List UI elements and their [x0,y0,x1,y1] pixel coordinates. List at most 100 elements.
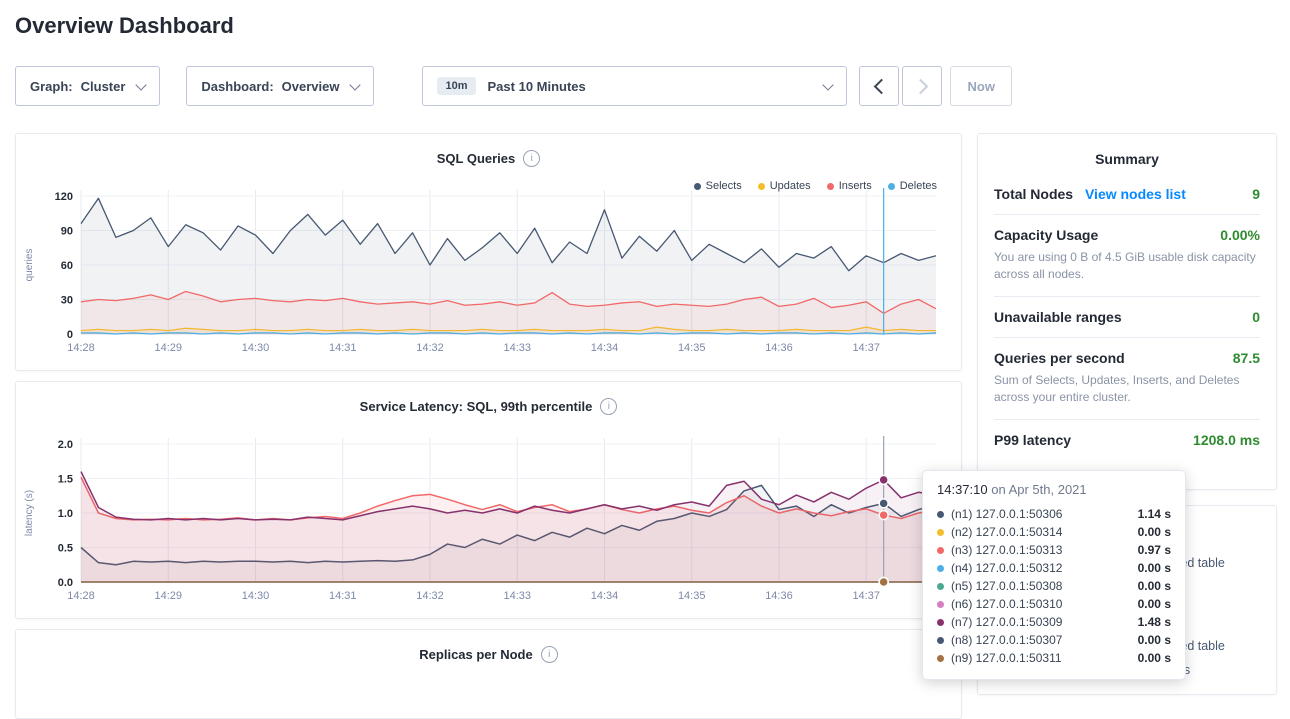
time-range-label: Past 10 Minutes [488,79,586,94]
chart-title: Service Latency: SQL, 99th percentile [360,399,593,414]
time-next-button[interactable] [902,66,942,106]
tooltip-node-label: (n5) 127.0.0.1:50308 [951,579,1062,593]
tooltip-row: (n3) 127.0.0.1:503130.97 s [937,541,1171,559]
legend-item: Deletes [888,180,937,192]
svg-text:30: 30 [61,295,73,307]
legend-item: Updates [758,180,811,192]
tooltip-node-label: (n2) 127.0.0.1:50314 [951,525,1062,539]
sql-queries-card: 14:2814:2914:3014:3114:3214:3314:3414:35… [15,133,962,371]
svg-text:0.0: 0.0 [58,577,73,589]
legend-dot-icon [694,183,701,190]
tooltip-row: (n4) 127.0.0.1:503120.00 s [937,559,1171,577]
svg-text:14:29: 14:29 [154,590,182,602]
time-prev-button[interactable] [859,66,899,106]
node-color-icon [937,511,944,518]
graph-dropdown[interactable]: Graph: Cluster [15,66,160,106]
legend-dot-icon [758,183,765,190]
legend-item: Inserts [827,180,872,192]
tooltip-header: 14:37:10 on Apr 5th, 2021 [937,482,1171,497]
dashboard-dropdown-label: Dashboard: [201,79,273,94]
svg-text:0: 0 [67,329,73,341]
summary-row-label: Queries per second [994,350,1125,366]
summary-row-value: 0.00% [1220,227,1260,243]
summary-row-value: 0 [1252,309,1260,325]
tooltip-node-label: (n8) 127.0.0.1:50307 [951,633,1062,647]
svg-text:latency (s): latency (s) [24,490,35,536]
service-latency-chart[interactable]: 14:2814:2914:3014:3114:3214:3314:3414:35… [16,382,963,620]
summary-row: Capacity Usage 0.00% You are using 0 B of … [994,214,1260,296]
tooltip-node-label: (n9) 127.0.0.1:50311 [951,651,1062,665]
svg-text:14:28: 14:28 [67,342,95,354]
svg-text:90: 90 [61,226,73,238]
dashboard-dropdown[interactable]: Dashboard: Overview [186,66,374,106]
tooltip-node-value: 1.48 s [1138,615,1171,629]
legend-label: Selects [706,180,742,192]
tooltip-node-value: 0.00 s [1138,651,1171,665]
summary-row-label: P99 latency [994,432,1071,448]
summary-title: Summary [994,134,1260,174]
svg-text:14:37: 14:37 [852,590,880,602]
svg-text:14:32: 14:32 [416,590,444,602]
chevron-right-icon [913,78,929,94]
summary-panel: Summary Total Nodes View nodes list9Capa… [977,133,1277,490]
tooltip-node-label: (n7) 127.0.0.1:50309 [951,615,1062,629]
svg-text:14:33: 14:33 [503,590,531,602]
now-button[interactable]: Now [950,66,1011,106]
svg-text:14:32: 14:32 [416,342,444,354]
time-range-dropdown[interactable]: 10m Past 10 Minutes [422,66,847,106]
svg-text:14:34: 14:34 [591,342,619,354]
svg-text:14:31: 14:31 [329,590,357,602]
tooltip-node-label: (n1) 127.0.0.1:50306 [951,507,1062,521]
node-color-icon [937,655,944,662]
tooltip-node-value: 0.00 s [1138,633,1171,647]
tooltip-date: on Apr 5th, 2021 [991,482,1086,497]
tooltip-row: (n6) 127.0.0.1:503100.00 s [937,595,1171,613]
tooltip-row: (n7) 127.0.0.1:50309 1.48 s [937,613,1171,631]
tooltip-node-value: 0.00 s [1138,579,1171,593]
legend-label: Deletes [900,180,937,192]
svg-text:14:35: 14:35 [678,590,706,602]
tooltip-node-value: 0.97 s [1138,543,1171,557]
tooltip-node-label: (n6) 127.0.0.1:50310 [951,597,1062,611]
svg-text:2.0: 2.0 [58,439,73,451]
info-icon[interactable]: i [523,150,540,167]
svg-text:14:36: 14:36 [765,342,793,354]
view-nodes-link[interactable]: View nodes list [1085,186,1186,202]
info-icon[interactable]: i [541,646,558,663]
svg-text:14:28: 14:28 [67,590,95,602]
chevron-down-icon [136,79,147,90]
info-icon[interactable]: i [600,398,617,415]
toolbar: Graph: Cluster Dashboard: Overview 10m P… [15,66,1012,106]
tooltip-node-value: 1.14 s [1138,507,1171,521]
svg-text:queries: queries [24,249,35,282]
node-color-icon [937,583,944,590]
svg-text:14:29: 14:29 [154,342,182,354]
summary-row-description: Sum of Selects, Updates, Inserts, and De… [994,372,1260,407]
svg-text:60: 60 [61,260,73,272]
legend-dot-icon [888,183,895,190]
summary-row: Total Nodes View nodes list9 [994,174,1260,214]
chart-title: Replicas per Node [419,647,532,662]
node-color-icon [937,547,944,554]
tooltip-row: (n1) 127.0.0.1:50306 1.14 s [937,505,1171,523]
node-color-icon [937,565,944,572]
summary-row-value: 1208.0 ms [1193,432,1260,448]
service-latency-card: 14:2814:2914:3014:3114:3214:3314:3414:35… [15,381,962,619]
tooltip-row: (n8) 127.0.0.1:50307 0.00 s [937,631,1171,649]
page-title: Overview Dashboard [15,13,234,39]
summary-row-label: Capacity Usage [994,227,1098,243]
time-range-badge: 10m [437,77,475,95]
replicas-per-node-card: Replicas per Node i [15,629,962,719]
tooltip-row: (n9) 127.0.0.1:50311 0.00 s [937,649,1171,667]
summary-row-description: You are using 0 B of 4.5 GiB usable disk… [994,249,1260,284]
legend-item: Selects [694,180,742,192]
node-color-icon [937,529,944,536]
svg-text:14:35: 14:35 [678,342,706,354]
chevron-down-icon [350,79,361,90]
sql-queries-chart[interactable]: 14:2814:2914:3014:3114:3214:3314:3414:35… [16,134,963,372]
summary-row: Queries per second87.5Sum of Selects, Up… [994,337,1260,419]
legend-dot-icon [827,183,834,190]
graph-dropdown-label: Graph: [30,79,73,94]
legend-label: Inserts [839,180,872,192]
tooltip-time: 14:37:10 [937,482,988,497]
